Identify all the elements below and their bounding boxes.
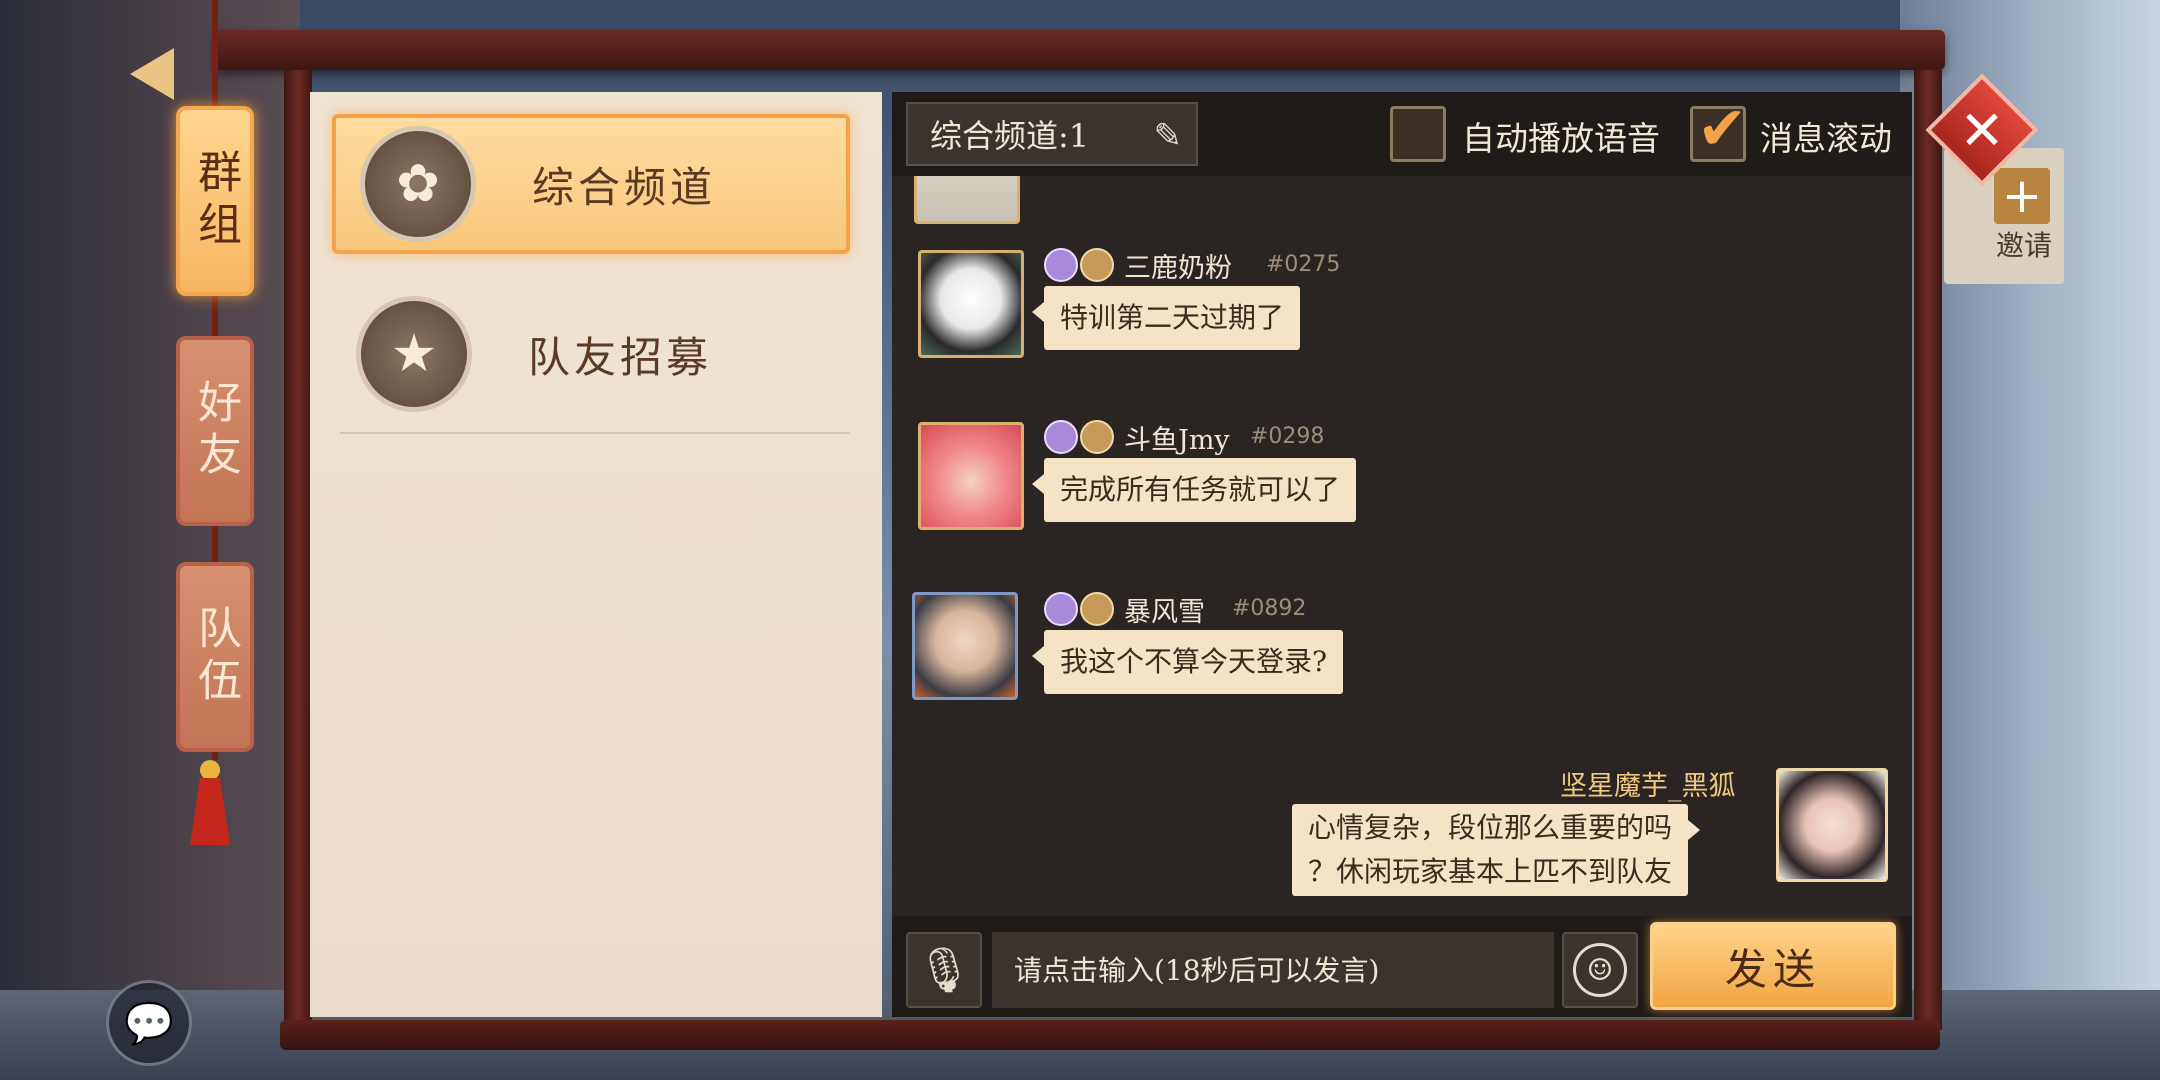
badge-icon (1080, 592, 1114, 626)
tab-friends[interactable]: 好友 (176, 336, 254, 526)
channel-item-recruit[interactable]: ★ 队友招募 (332, 284, 850, 424)
badge-icon (1044, 420, 1078, 454)
panda-avatar[interactable] (918, 250, 1024, 358)
scroll-frame-top (215, 30, 1945, 70)
user-id: #0298 (1250, 424, 1325, 449)
tab-group[interactable]: 群组 (176, 106, 254, 296)
own-username: 坚星魔芋_黑狐 (1560, 771, 1736, 802)
username[interactable]: 斗鱼Jmy (1124, 418, 1230, 457)
invite-label[interactable]: 邀请 (1996, 224, 2052, 264)
chat-header: 综合频道:1 ✎ 自动播放语音 ✔ 消息滚动 (892, 92, 1912, 176)
auto-voice-label: 自动播放语音 (1462, 119, 1660, 158)
emoji-button[interactable]: ☺ (1562, 932, 1638, 1008)
channel-select[interactable]: 综合频道:1 ✎ (906, 102, 1198, 166)
username[interactable]: 暴风雪 (1124, 590, 1205, 629)
input-bar: 🎙 ☺ 发送 (892, 916, 1912, 1017)
channel-item-general[interactable]: ✿ 综合频道 (332, 114, 850, 254)
message-scroll-checkbox[interactable]: ✔ (1690, 99, 1747, 162)
checkmark-icon: ✔ (1697, 94, 1748, 164)
invite-plus-icon[interactable]: + (1994, 168, 2050, 224)
auto-voice-checkbox[interactable] (1390, 106, 1446, 162)
banner-star-icon: ★ (356, 296, 472, 412)
sakura-icon: ✿ (360, 126, 476, 242)
chat-panel: 综合频道:1 ✎ 自动播放语音 ✔ 消息滚动 三鹿奶粉 #0275 特训第二天过… (892, 92, 1912, 1017)
send-button[interactable]: 发送 (1650, 922, 1896, 1010)
pink-hair-girl-avatar[interactable] (918, 422, 1024, 530)
scroll-frame-bottom (280, 1020, 1940, 1050)
bald-man-glasses-avatar[interactable] (912, 592, 1018, 700)
own-message-line: 心情复杂，段位那么重要的吗 (1308, 811, 1673, 844)
chat-bubble-icon[interactable]: 💬 (106, 980, 192, 1066)
message-scroll-label: 消息滚动 (1760, 119, 1892, 158)
own-message-bubble: 心情复杂，段位那么重要的吗 ？休闲玩家基本上匹不到队友 (1292, 804, 1701, 896)
badge-icon (1080, 420, 1114, 454)
pencil-icon[interactable]: ✎ (1154, 116, 1183, 156)
badge-icon (1044, 592, 1078, 626)
badge-icon (1080, 248, 1114, 282)
emoji-icon: ☺ (1573, 943, 1627, 997)
microphone-icon[interactable]: 🎙 (906, 932, 982, 1008)
username[interactable]: 三鹿奶粉 (1124, 246, 1232, 285)
own-message-line: ？休闲玩家基本上匹不到队友 (1308, 855, 1673, 888)
user-id: #0892 (1232, 596, 1307, 621)
tab-team[interactable]: 队伍 (176, 562, 254, 752)
tassel-icon (190, 760, 230, 845)
scroll-frame-right (1914, 70, 1942, 1030)
message-bubble: 特训第二天过期了 (1031, 286, 1301, 350)
avatar[interactable] (914, 176, 1020, 224)
channel-label: 队友招募 (528, 332, 713, 382)
scroll-frame-left (284, 70, 312, 1030)
back-arrow-icon[interactable] (130, 48, 174, 100)
user-id: #0275 (1266, 252, 1341, 277)
red-glasses-girl-avatar[interactable] (1776, 768, 1888, 882)
close-icon[interactable]: ✕ (1942, 90, 2022, 170)
message-input[interactable] (992, 932, 1554, 1008)
message-bubble: 完成所有任务就可以了 (1031, 458, 1357, 522)
channel-select-value: 综合频道:1 (930, 117, 1090, 155)
channel-label: 综合频道 (532, 162, 717, 212)
channel-list-panel: ✿ 综合频道 ★ 队友招募 (310, 92, 882, 1017)
message-bubble: 我这个不算今天登录? (1031, 630, 1344, 694)
badge-icon (1044, 248, 1078, 282)
list-divider (340, 432, 850, 434)
message-list[interactable]: 三鹿奶粉 #0275 特训第二天过期了 斗鱼Jmy #0298 完成所有任务就可… (892, 176, 1912, 916)
background-left (0, 0, 300, 1080)
